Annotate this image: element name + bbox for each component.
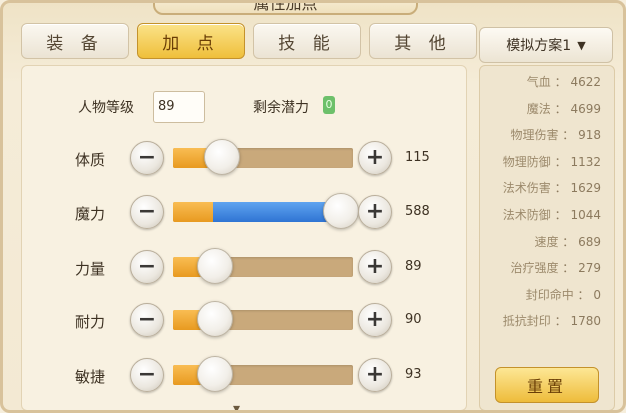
attribute-row: 魔力 − +588	[3, 193, 467, 233]
stat-label: 封印命中	[525, 288, 574, 302]
attribute-value: 93	[405, 367, 422, 382]
stat-value: 1044	[570, 208, 601, 222]
decrease-button[interactable]: −	[130, 303, 164, 337]
slider-knob[interactable]	[196, 248, 233, 284]
potential-label: 剩余潜力	[253, 100, 309, 116]
stat-separator: ：	[550, 181, 571, 195]
plus-icon: +	[365, 145, 385, 170]
stat-row: 治疗强度 ： 279	[510, 259, 601, 276]
plus-icon: +	[365, 307, 385, 332]
stat-separator: ：	[558, 128, 579, 142]
minus-icon: −	[137, 362, 157, 387]
attribute-window: 属性加点 装 备 加 点 技 能 其 他 人物等级 89 剩余潜力 0 体质 − +…	[0, 0, 626, 413]
attribute-label: 魔力	[75, 205, 106, 223]
attribute-row: 敏捷 − +93	[3, 356, 467, 396]
stat-label: 物理防御	[502, 155, 551, 169]
stat-label: 治疗强度	[510, 261, 559, 275]
level-label: 人物等级	[78, 100, 134, 116]
stat-row: 物理防御 ： 1132	[503, 153, 601, 170]
minus-icon: −	[137, 254, 157, 279]
attribute-label: 体质	[75, 151, 106, 169]
slider-knob[interactable]	[203, 139, 240, 175]
stat-label: 气血	[526, 75, 551, 89]
increase-button[interactable]: +	[358, 195, 392, 229]
tab-add-points[interactable]: 加 点	[137, 23, 245, 59]
stat-value: 4699	[570, 102, 601, 116]
stat-value: 1629	[570, 181, 601, 195]
stat-row: 封印命中 ： 0	[526, 286, 601, 303]
attribute-value: 90	[405, 312, 422, 327]
stat-value: 4622	[570, 75, 601, 89]
attribute-row: 力量 − +89	[3, 248, 467, 288]
decrease-button[interactable]: −	[130, 250, 164, 284]
decrease-button[interactable]: −	[130, 358, 164, 392]
stat-value: 1132	[570, 155, 601, 169]
minus-icon: −	[137, 199, 157, 224]
stat-separator: ：	[573, 288, 594, 302]
stat-separator: ：	[550, 75, 571, 89]
stat-value: 1780	[570, 314, 601, 328]
increase-button[interactable]: +	[358, 358, 392, 392]
chevron-down-icon[interactable]: ▾	[233, 401, 249, 410]
stat-value: 689	[578, 235, 601, 249]
attribute-row: 耐力 − +90	[3, 301, 467, 341]
stat-separator: ：	[558, 261, 579, 275]
decrease-button[interactable]: −	[130, 195, 164, 229]
level-field[interactable]: 89	[153, 91, 205, 123]
stat-row: 法术伤害 ： 1629	[503, 179, 601, 196]
attribute-label: 敏捷	[75, 368, 106, 386]
minus-icon: −	[137, 307, 157, 332]
stat-separator: ：	[550, 314, 571, 328]
attribute-label: 耐力	[75, 313, 106, 331]
increase-button[interactable]: +	[358, 141, 392, 175]
plan-dropdown[interactable]: 模拟方案1 ▼	[479, 27, 613, 63]
reset-button[interactable]: 重置	[495, 367, 599, 403]
stat-value: 0	[593, 288, 601, 302]
stat-value: 918	[578, 128, 601, 142]
stat-separator: ：	[550, 208, 571, 222]
slider-knob[interactable]	[196, 356, 233, 392]
stat-row: 物理伤害 ： 918	[510, 126, 601, 143]
stat-row: 魔法 ： 4699	[527, 100, 601, 117]
potential-badge: 0	[323, 96, 335, 114]
increase-button[interactable]: +	[358, 303, 392, 337]
stat-row: 法术防御 ： 1044	[503, 206, 601, 223]
slider-fill-base	[173, 202, 213, 222]
chevron-down-icon: ▼	[577, 38, 586, 52]
attribute-value: 89	[405, 259, 422, 274]
minus-icon: −	[137, 145, 157, 170]
slider-knob[interactable]	[196, 301, 233, 337]
tab-skills[interactable]: 技 能	[253, 23, 361, 59]
stat-label: 速度	[534, 235, 559, 249]
stat-separator: ：	[550, 155, 571, 169]
decrease-button[interactable]: −	[130, 141, 164, 175]
slider-knob[interactable]	[323, 193, 359, 229]
stat-row: 气血 ： 4622	[527, 73, 601, 90]
stat-label: 法术防御	[502, 208, 551, 222]
plus-icon: +	[365, 254, 385, 279]
stat-label: 魔法	[526, 102, 551, 116]
stat-separator: ：	[558, 235, 579, 249]
stat-label: 抵抗封印	[502, 314, 551, 328]
attribute-label: 力量	[75, 260, 106, 278]
stat-separator: ：	[550, 102, 571, 116]
plus-icon: +	[365, 362, 385, 387]
stat-row: 速度 ： 689	[534, 233, 601, 250]
stat-row: 抵抗封印 ： 1780	[503, 312, 601, 329]
attribute-slider[interactable]	[173, 148, 353, 168]
attribute-row: 体质 − +115	[3, 139, 467, 179]
attribute-value: 115	[405, 150, 430, 165]
window-title: 属性加点	[153, 3, 418, 15]
stat-value: 279	[578, 261, 601, 275]
increase-button[interactable]: +	[358, 250, 392, 284]
stat-label: 物理伤害	[510, 128, 559, 142]
plan-label: 模拟方案1	[506, 38, 572, 54]
plus-icon: +	[365, 199, 385, 224]
tab-bar: 装 备 加 点 技 能 其 他	[21, 23, 477, 59]
attribute-value: 588	[405, 204, 430, 219]
tab-equipment[interactable]: 装 备	[21, 23, 129, 59]
tab-other[interactable]: 其 他	[369, 23, 477, 59]
stat-label: 法术伤害	[502, 181, 551, 195]
